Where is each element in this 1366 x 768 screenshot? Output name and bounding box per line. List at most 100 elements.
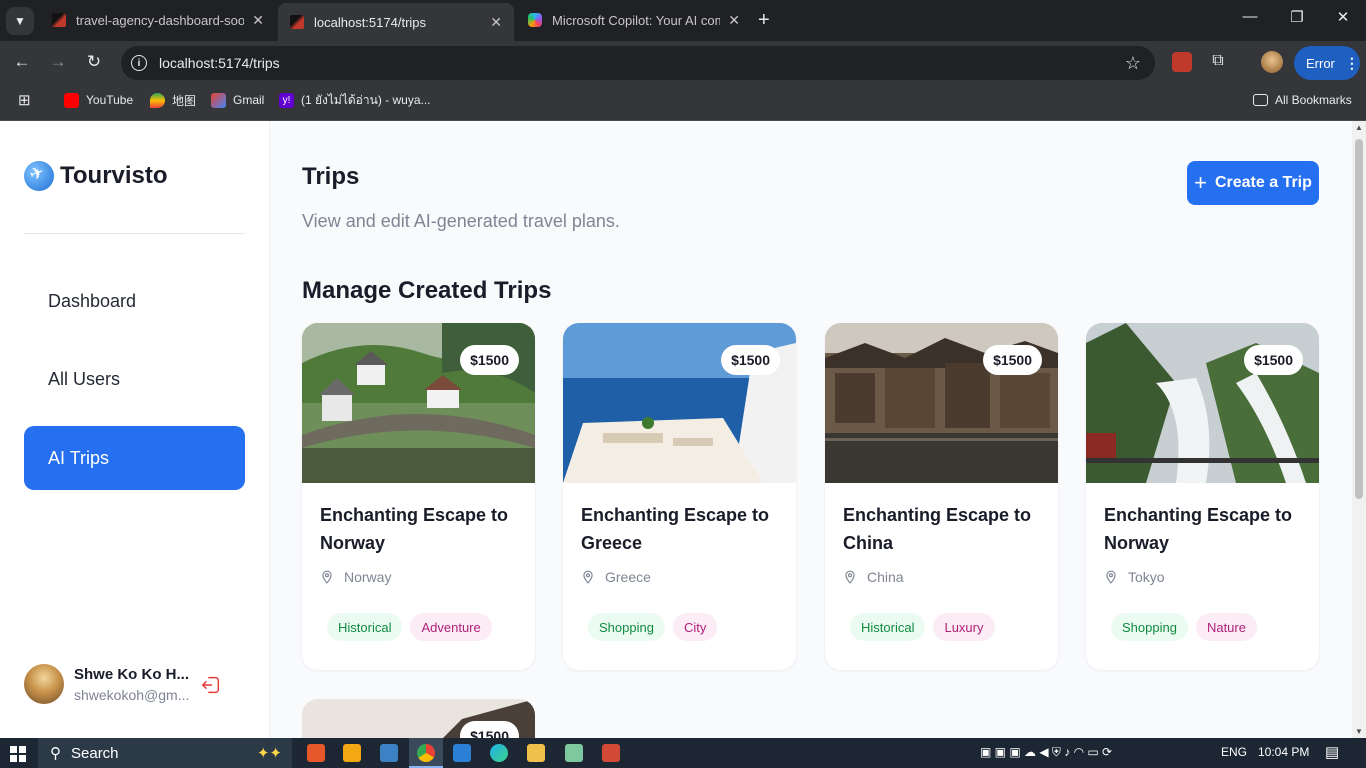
site-info-icon[interactable]: i bbox=[131, 55, 147, 71]
tab-title: travel-agency-dashboard-sooty bbox=[76, 12, 245, 28]
location-text: Greece bbox=[605, 569, 651, 585]
browser-tab-active[interactable]: localhost:5174/trips ✕ bbox=[278, 3, 514, 41]
taskbar-app-icon[interactable] bbox=[307, 744, 325, 762]
create-trip-label: Create a Trip bbox=[1214, 174, 1312, 191]
maps-pin-icon bbox=[150, 92, 165, 108]
error-button[interactable]: Error ⋮ bbox=[1294, 46, 1360, 80]
extensions-puzzle-icon[interactable]: ⧉ bbox=[1207, 52, 1229, 70]
trip-image: $1500 bbox=[302, 323, 535, 483]
trip-image: $1500 bbox=[825, 323, 1058, 483]
trip-card[interactable]: $1500 Enchanting Escape to China China H… bbox=[825, 323, 1058, 670]
browser-tab[interactable]: travel-agency-dashboard-sooty ✕ bbox=[40, 3, 276, 37]
browser-toolbar: ← → ↻ i localhost:5174/trips ☆ ⧉ Error ⋮ bbox=[0, 41, 1366, 85]
taskbar-app-icon[interactable] bbox=[380, 744, 398, 762]
logout-icon[interactable] bbox=[200, 674, 222, 696]
apps-grid-icon[interactable]: ⊞ bbox=[18, 85, 31, 115]
section-title: Manage Created Trips bbox=[302, 277, 552, 304]
tag-chip: Adventure bbox=[410, 613, 492, 641]
extension-icon[interactable] bbox=[1172, 52, 1192, 72]
language-indicator[interactable]: ENG bbox=[1221, 745, 1247, 759]
clock[interactable]: 10:04 PM bbox=[1258, 745, 1309, 759]
tag-chip: Luxury bbox=[933, 613, 995, 641]
address-bar[interactable]: i localhost:5174/trips ☆ bbox=[121, 46, 1155, 80]
trip-title: Enchanting Escape to China bbox=[843, 501, 1040, 557]
trip-title: Enchanting Escape to Norway bbox=[1104, 501, 1301, 557]
gmail-icon bbox=[211, 92, 226, 108]
taskbar-app-icon[interactable] bbox=[343, 744, 361, 762]
user-email: shwekokoh@gm... bbox=[74, 686, 190, 703]
trip-title-line: Enchanting Escape to bbox=[581, 505, 770, 525]
close-tab-icon[interactable]: ✕ bbox=[490, 14, 502, 31]
notepad-icon[interactable] bbox=[565, 744, 583, 762]
search-icon: ⚲ bbox=[50, 745, 61, 762]
trip-card[interactable]: $1500 Enchanting Escape to Norway Tokyo … bbox=[1086, 323, 1319, 670]
location-pin-icon bbox=[1106, 570, 1116, 584]
youtube-icon bbox=[64, 92, 79, 108]
taskbar-app-icon[interactable] bbox=[602, 744, 620, 762]
all-bookmarks[interactable]: All Bookmarks bbox=[1253, 85, 1352, 115]
bookmark-maps[interactable]: 地图 bbox=[150, 85, 196, 115]
trip-card[interactable]: $1500 Enchanting Escape to Norway Norway… bbox=[302, 323, 535, 670]
location-pin-icon bbox=[583, 570, 593, 584]
app-viewport: Tourvisto Dashboard All Users AI Trips S… bbox=[0, 121, 1352, 738]
back-icon[interactable]: ← bbox=[11, 52, 33, 72]
close-window-icon[interactable]: ✕ bbox=[1331, 8, 1355, 26]
sidebar: Tourvisto Dashboard All Users AI Trips S… bbox=[0, 121, 270, 738]
bookmark-label: All Bookmarks bbox=[1275, 93, 1352, 107]
scroll-thumb[interactable] bbox=[1355, 139, 1363, 499]
new-tab-icon[interactable]: + bbox=[758, 9, 770, 32]
user-profile: Shwe Ko Ko H... shwekokoh@gm... bbox=[24, 664, 220, 704]
windows-taskbar: ⚲ Search ✦✦ ▣ ▣ ▣ ☁ ◀ ⛨ ♪ ◠ ▭ ⟳ ENG 10:0… bbox=[0, 738, 1366, 768]
location-pin-icon bbox=[845, 570, 855, 584]
tab-title: Microsoft Copilot: Your AI comp bbox=[552, 12, 721, 28]
trip-tags: Historical Adventure bbox=[327, 613, 535, 641]
close-tab-icon[interactable]: ✕ bbox=[252, 12, 264, 29]
page-subtitle: View and edit AI-generated travel plans. bbox=[302, 211, 620, 231]
chevron-down-icon: ▼ bbox=[14, 14, 26, 28]
trip-title-line: Norway bbox=[1104, 533, 1170, 553]
edge-icon[interactable] bbox=[490, 744, 508, 762]
create-trip-button[interactable]: + Create a Trip bbox=[1187, 161, 1319, 205]
trip-card[interactable]: $1500 Enchanting Escape to Greece Greece… bbox=[563, 323, 796, 670]
scroll-down-icon[interactable]: ▼ bbox=[1355, 727, 1363, 736]
chrome-icon[interactable] bbox=[417, 744, 435, 762]
brand-logo[interactable]: Tourvisto bbox=[24, 161, 168, 191]
url-text[interactable]: localhost:5174/trips bbox=[159, 55, 280, 71]
profile-avatar[interactable] bbox=[1261, 51, 1283, 73]
restore-icon[interactable]: ❐ bbox=[1285, 8, 1309, 26]
trip-card[interactable]: $1500 bbox=[302, 699, 535, 738]
sidebar-item-all-users[interactable]: All Users bbox=[24, 347, 245, 411]
trip-tags: Shopping City bbox=[588, 613, 796, 641]
error-label: Error bbox=[1306, 55, 1335, 71]
tag-chip: Shopping bbox=[1111, 613, 1188, 641]
app-favicon-icon bbox=[290, 15, 304, 29]
trip-location: Greece bbox=[581, 569, 778, 585]
bookmark-star-icon[interactable]: ☆ bbox=[1125, 53, 1141, 74]
bookmark-youtube[interactable]: YouTube bbox=[64, 85, 133, 115]
taskbar-search[interactable]: ⚲ Search ✦✦ bbox=[38, 738, 292, 768]
tab-search-button[interactable]: ▼ bbox=[6, 7, 34, 35]
scroll-up-icon[interactable]: ▲ bbox=[1355, 123, 1363, 132]
tray-icons[interactable]: ▣ ▣ ▣ ☁ ◀ ⛨ ♪ ◠ ▭ ⟳ bbox=[980, 745, 1112, 760]
avatar[interactable] bbox=[24, 664, 64, 704]
sidebar-item-label: All Users bbox=[48, 368, 121, 389]
yahoo-icon: y! bbox=[279, 92, 294, 108]
page-scrollbar[interactable]: ▲ ▼ bbox=[1352, 121, 1366, 738]
bookmark-gmail[interactable]: Gmail bbox=[211, 85, 264, 115]
sidebar-item-ai-trips[interactable]: AI Trips bbox=[24, 426, 245, 490]
bookmark-yahoo[interactable]: y! (1 ยังไม่ได้อ่าน) - wuya... bbox=[279, 85, 431, 115]
sidebar-item-dashboard[interactable]: Dashboard bbox=[24, 269, 245, 333]
browser-tab[interactable]: Microsoft Copilot: Your AI comp ✕ bbox=[516, 3, 752, 37]
windows-start-icon[interactable] bbox=[10, 746, 26, 762]
reload-icon[interactable]: ↻ bbox=[83, 52, 105, 72]
forward-icon[interactable]: → bbox=[47, 52, 69, 72]
price-badge: $1500 bbox=[460, 345, 519, 375]
browser-tab-bar: ▼ travel-agency-dashboard-sooty ✕ localh… bbox=[0, 0, 1366, 41]
notifications-icon[interactable]: ▤ bbox=[1325, 743, 1339, 761]
close-tab-icon[interactable]: ✕ bbox=[728, 12, 740, 29]
sidebar-item-label: AI Trips bbox=[48, 447, 110, 468]
user-name: Shwe Ko Ko H... bbox=[74, 665, 190, 683]
vscode-icon[interactable] bbox=[453, 744, 471, 762]
minimize-icon[interactable]: — bbox=[1238, 8, 1262, 25]
file-explorer-icon[interactable] bbox=[527, 744, 545, 762]
